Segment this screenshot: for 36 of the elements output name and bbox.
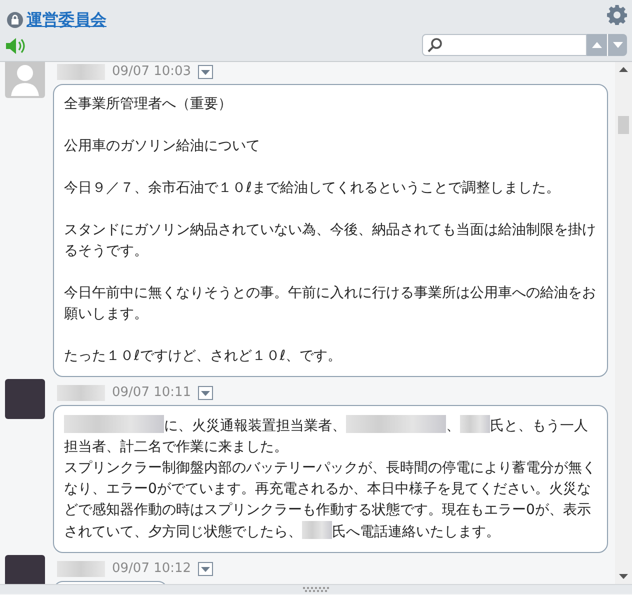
message-text: に、火災通報装置担当業者、 、 氏と、もう一人担当者、計二名で作業に来ました。 bbox=[64, 415, 597, 458]
message-time: 09/07 10:11 bbox=[112, 384, 192, 402]
blurred-name bbox=[57, 64, 105, 80]
resize-grip-icon[interactable] bbox=[303, 587, 329, 592]
room-title-link[interactable]: 運営委員会 bbox=[26, 8, 106, 32]
caret-icon bbox=[201, 70, 210, 74]
next-button[interactable] bbox=[607, 34, 627, 56]
blurred-name bbox=[57, 561, 105, 577]
scrollbar[interactable] bbox=[615, 62, 632, 584]
message-text: 今日９／７、余市石油で１０ℓまで給油してくれるということで調整しました。 bbox=[64, 179, 561, 198]
previous-button[interactable] bbox=[587, 34, 607, 56]
message-menu-button[interactable] bbox=[198, 562, 214, 576]
caret-icon bbox=[201, 390, 210, 396]
message-text: 今日午前中に無くなりそうとの事。午前に入れに行ける事業所は公用車への給油をお願いします。 bbox=[64, 284, 597, 324]
blurred-name bbox=[57, 385, 105, 401]
avatar-photo-placeholder bbox=[5, 555, 45, 584]
scroll-thumb[interactable] bbox=[618, 116, 629, 134]
scroll-down-icon bbox=[619, 574, 628, 579]
caret-icon bbox=[201, 566, 210, 572]
message-menu-button[interactable] bbox=[198, 386, 214, 400]
speaker-icon[interactable] bbox=[6, 37, 26, 56]
message-time: 09/07 10:03 bbox=[112, 63, 192, 82]
search-icon bbox=[427, 37, 443, 53]
message-time: 09/07 10:12 bbox=[112, 560, 192, 578]
message-text: 公用車のガソリン給油について bbox=[64, 137, 261, 156]
settings-icon[interactable] bbox=[607, 5, 627, 25]
message-menu-button[interactable] bbox=[198, 65, 214, 79]
message-text: 全事業所管理者へ（重要） bbox=[64, 95, 233, 114]
message-text: スプリンクラー制御盤内部のバッテリーパックが、長時間の停電により蓄電分が無くなり、エラー0がでています。再充電されるか、本日中様子を見てください。火災などで感知器作動の時はスプリンクラーも作動する状態です。現在もエラー0が、表示されていて、夕方同じ状態でしたら、 氏へ電話連絡いたします。 bbox=[64, 459, 597, 542]
scroll-up-icon bbox=[619, 67, 628, 72]
message-text: スタンドにガソリン納品されていない為、今後、納品されても当面は給油制限を掛けるそうです。 bbox=[64, 221, 597, 261]
down-caret-icon bbox=[612, 42, 622, 48]
search-field[interactable] bbox=[422, 34, 587, 56]
message-text: たった１０ℓですけど、されど１０ℓ、です。 bbox=[64, 347, 343, 366]
up-caret-icon bbox=[592, 42, 602, 48]
avatar-photo-placeholder bbox=[5, 379, 45, 419]
